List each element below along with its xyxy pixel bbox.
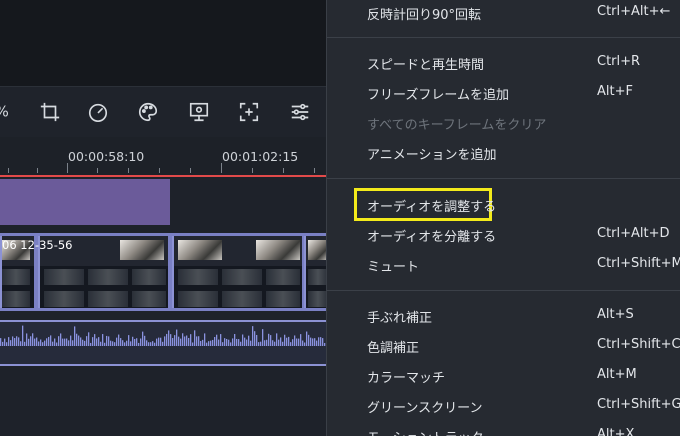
clip-filmstrip bbox=[40, 266, 168, 288]
ruler-tick bbox=[221, 163, 222, 173]
menu-item-rotate-ccw[interactable]: 反時計回り90°回転 Ctrl+Alt+← bbox=[327, 0, 680, 28]
menu-item-detach-audio[interactable]: オーディオを分離する Ctrl+Alt+D bbox=[327, 220, 680, 250]
menu-item-shortcut: Ctrl+Alt+D bbox=[597, 226, 670, 241]
video-clip[interactable] bbox=[304, 236, 326, 308]
clip-filmstrip bbox=[306, 266, 326, 288]
menu-item-shortcut: Ctrl+Alt+← bbox=[597, 4, 671, 19]
clip-thumbnail bbox=[120, 240, 164, 260]
ruler-tick bbox=[37, 168, 38, 173]
clip-filmstrip bbox=[306, 288, 326, 308]
menu-item-freeze-frame[interactable]: フリーズフレームを追加 Alt+F bbox=[327, 78, 680, 108]
track-empty-area bbox=[170, 179, 326, 225]
ruler-tick bbox=[283, 168, 284, 173]
menu-separator bbox=[327, 37, 680, 38]
menu-item-green-screen[interactable]: グリーンスクリーン Ctrl+Shift+G bbox=[327, 391, 680, 421]
ruler-timecode: 00:00:58:10 bbox=[68, 149, 145, 164]
menu-item-motion-tracking[interactable]: モーショントラック Alt+X bbox=[327, 421, 680, 436]
ruler-timecode: 00:01:02:15 bbox=[222, 149, 299, 164]
timeline-empty-area bbox=[0, 366, 326, 436]
timeline-red-line bbox=[0, 175, 326, 177]
clip-thumbnail bbox=[256, 240, 300, 260]
fit-icon[interactable] bbox=[237, 100, 261, 124]
ruler-tick bbox=[314, 168, 315, 173]
menu-item-shortcut: Ctrl+Shift+C bbox=[597, 337, 680, 352]
color-palette-icon[interactable] bbox=[136, 100, 160, 124]
ruler-tick bbox=[8, 168, 9, 173]
preview-area bbox=[0, 0, 326, 87]
crop-icon[interactable] bbox=[38, 100, 62, 124]
clip-filmstrip bbox=[174, 288, 302, 308]
menu-separator bbox=[327, 178, 680, 179]
menu-item-label: グリーンスクリーン bbox=[367, 401, 483, 416]
menu-item-label: カラーマッチ bbox=[367, 371, 446, 386]
menu-item-mute[interactable]: ミュート Ctrl+Shift+M bbox=[327, 250, 680, 280]
menu-item-shortcut: Alt+S bbox=[597, 307, 634, 322]
menu-item-stabilization[interactable]: 手ぶれ補正 Alt+S bbox=[327, 301, 680, 331]
clip-filmstrip bbox=[2, 288, 34, 308]
edit-toolbar: % bbox=[0, 87, 326, 137]
ruler-tick bbox=[67, 163, 68, 173]
menu-item-shortcut: Ctrl+Shift+M bbox=[597, 256, 680, 271]
menu-item-label: ミュート bbox=[367, 260, 420, 275]
menu-item-shortcut: Alt+F bbox=[597, 84, 633, 99]
menu-item-label: すべてのキーフレームをクリア bbox=[367, 118, 547, 133]
svg-text:%: % bbox=[0, 104, 9, 121]
context-menu: 反時計回り90°回転 Ctrl+Alt+← スピードと再生時間 Ctrl+R フ… bbox=[326, 0, 680, 436]
menu-item-shortcut: Alt+X bbox=[597, 427, 635, 436]
clip-filmstrip bbox=[40, 288, 168, 308]
clip-name: 06 12-35-56 bbox=[2, 238, 73, 252]
menu-item-shortcut: Ctrl+R bbox=[597, 54, 641, 69]
menu-item-add-animation[interactable]: アニメーションを追加 bbox=[327, 138, 680, 168]
export-frame-icon[interactable] bbox=[187, 100, 211, 124]
clip-thumbnail bbox=[178, 240, 222, 260]
menu-item-shortcut: Alt+M bbox=[597, 367, 637, 382]
adjust-sliders-icon[interactable] bbox=[288, 100, 312, 124]
video-track[interactable]: 06 12-35-56 bbox=[0, 233, 326, 311]
menu-item-label: オーディオを分離する bbox=[367, 230, 497, 245]
audio-track[interactable] bbox=[0, 320, 326, 366]
menu-item-speed-duration[interactable]: スピードと再生時間 Ctrl+R bbox=[327, 48, 680, 78]
menu-item-label: 手ぶれ補正 bbox=[367, 311, 433, 326]
menu-item-label: 反時計回り90°回転 bbox=[367, 8, 482, 23]
menu-item-color-match[interactable]: カラーマッチ Alt+M bbox=[327, 361, 680, 391]
menu-item-label: フリーズフレームを追加 bbox=[367, 88, 509, 103]
menu-separator bbox=[327, 290, 680, 291]
menu-item-label: オーディオを調整する bbox=[367, 200, 497, 215]
menu-item-label: モーショントラック bbox=[367, 427, 484, 436]
ruler-tick bbox=[159, 168, 160, 173]
speed-icon-partial[interactable]: % bbox=[0, 100, 16, 124]
time-ruler[interactable]: 00:00:58:10 00:01:02:15 bbox=[0, 137, 326, 175]
menu-item-adjust-audio[interactable]: オーディオを調整する bbox=[327, 190, 680, 220]
video-clip[interactable] bbox=[172, 236, 302, 308]
clip-filmstrip bbox=[174, 266, 302, 288]
menu-item-color-correction[interactable]: 色調補正 Ctrl+Shift+C bbox=[327, 331, 680, 361]
audio-waveform bbox=[0, 325, 326, 346]
ruler-tick bbox=[252, 168, 253, 173]
menu-item-label: 色調補正 bbox=[367, 341, 420, 356]
clip-thumbnail bbox=[308, 240, 326, 260]
menu-item-label: アニメーションを追加 bbox=[367, 148, 497, 163]
ruler-tick bbox=[128, 168, 129, 173]
speedometer-icon[interactable] bbox=[86, 100, 110, 124]
menu-item-label: スピードと再生時間 bbox=[367, 58, 485, 73]
clip-filmstrip bbox=[2, 266, 34, 288]
timeline-panel: % 00:00:58:10 00:01:02:15 bbox=[0, 0, 326, 436]
title-track-clip[interactable] bbox=[0, 179, 170, 225]
ruler-tick bbox=[97, 168, 98, 173]
menu-item-clear-keyframes: すべてのキーフレームをクリア bbox=[327, 108, 680, 138]
menu-item-shortcut: Ctrl+Shift+G bbox=[597, 397, 680, 412]
ruler-tick bbox=[190, 168, 191, 173]
